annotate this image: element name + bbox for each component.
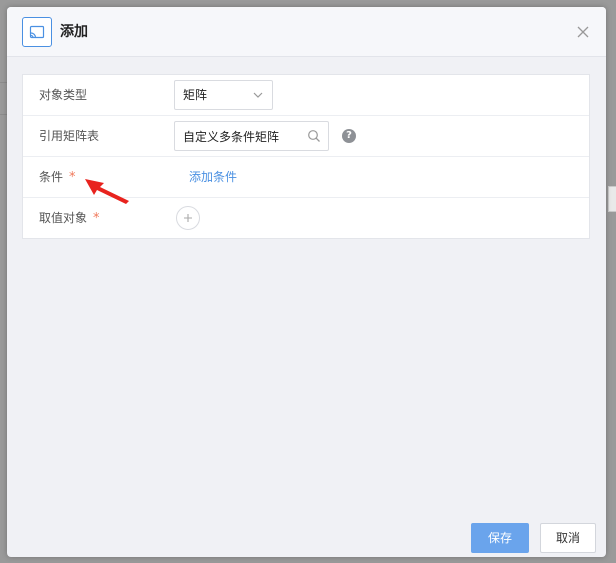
close-button[interactable] bbox=[574, 23, 592, 41]
form-card: 对象类型 矩阵 引用矩阵表 ? 条件 * 添加条件 取值对象 * bbox=[22, 74, 590, 239]
required-star: * bbox=[93, 211, 100, 226]
value-target-label-text: 取值对象 bbox=[39, 211, 88, 225]
backdrop-line bbox=[0, 82, 7, 83]
object-type-select[interactable]: 矩阵 bbox=[174, 80, 273, 110]
matrix-search-input[interactable] bbox=[174, 121, 329, 151]
object-type-value: 矩阵 bbox=[183, 88, 208, 102]
conditions-label-text: 条件 bbox=[39, 170, 64, 184]
plus-icon bbox=[184, 214, 192, 222]
required-star: * bbox=[69, 170, 76, 185]
close-icon bbox=[577, 26, 589, 38]
object-type-label: 对象类型 bbox=[39, 88, 88, 102]
row-object-type: 对象类型 矩阵 bbox=[23, 75, 589, 116]
help-icon[interactable]: ? bbox=[342, 129, 356, 143]
add-dialog: 添加 对象类型 矩阵 引用矩阵表 ? bbox=[7, 7, 606, 557]
add-value-target-button[interactable] bbox=[176, 206, 200, 230]
save-button[interactable]: 保存 bbox=[471, 523, 529, 553]
dialog-header: 添加 bbox=[7, 7, 606, 57]
annotation-arrow-icon bbox=[85, 179, 129, 204]
cast-icon bbox=[22, 17, 52, 47]
search-icon[interactable] bbox=[307, 129, 321, 143]
backdrop-tab bbox=[608, 186, 616, 212]
add-condition-link[interactable]: 添加条件 bbox=[189, 169, 237, 185]
value-target-label: 取值对象 * bbox=[39, 210, 100, 227]
row-matrix-ref: 引用矩阵表 ? bbox=[23, 116, 589, 157]
chevron-down-icon bbox=[253, 92, 263, 98]
matrix-ref-label: 引用矩阵表 bbox=[39, 129, 100, 143]
cancel-button[interactable]: 取消 bbox=[540, 523, 596, 553]
conditions-label: 条件 * bbox=[39, 169, 76, 186]
dialog-title: 添加 bbox=[60, 24, 88, 40]
backdrop-line bbox=[0, 114, 7, 115]
